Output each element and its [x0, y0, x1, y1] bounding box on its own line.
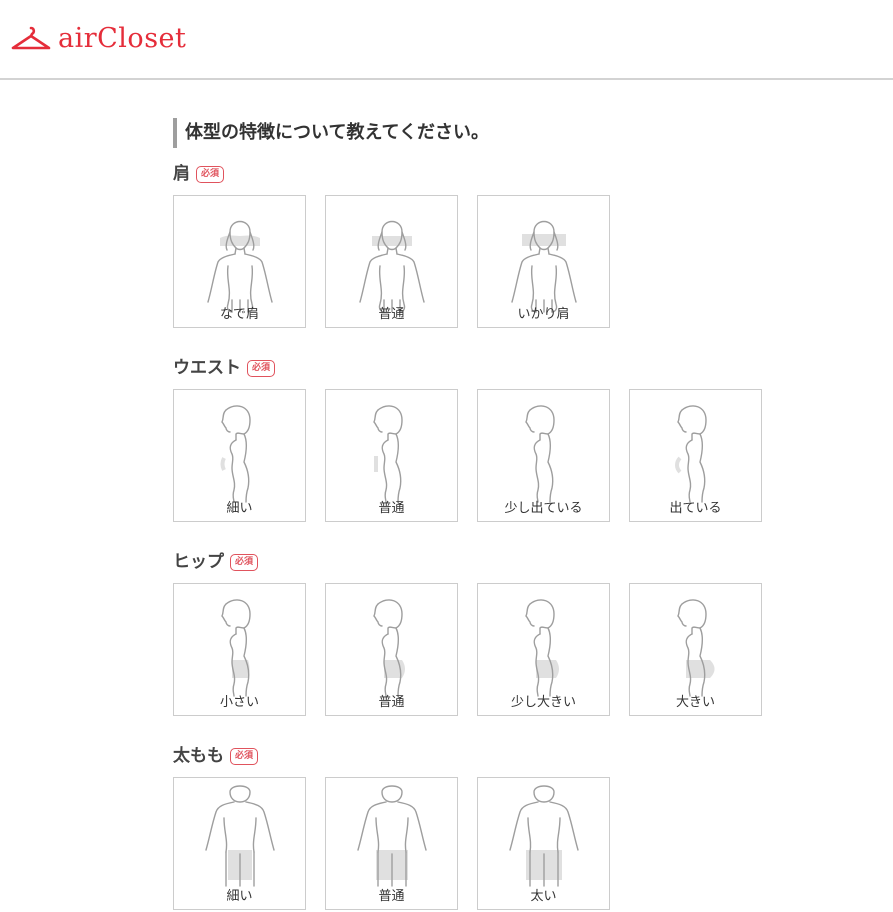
option-card-large[interactable]: 大きい	[629, 583, 762, 716]
site-header: airCloset	[0, 0, 893, 80]
option-card-normal[interactable]: 普通	[325, 777, 458, 910]
option-card-nadegata[interactable]: なで肩	[173, 195, 306, 328]
option-list: 細い 普通 太い	[173, 777, 793, 912]
option-list: なで肩 普通 いかり肩	[173, 195, 793, 330]
option-label: 少し大きい	[510, 695, 576, 710]
section-header: ウエスト 必須	[173, 358, 276, 378]
hanger-icon	[11, 26, 51, 50]
option-label: 普通	[378, 307, 405, 322]
required-badge: 必須	[196, 165, 225, 183]
required-badge: 必須	[230, 553, 259, 571]
section-thigh: 太もも 必須 細い 普通 太い	[173, 746, 610, 910]
section-waist: ウエスト 必須 細い 普通 少し出ている 出ている	[173, 358, 762, 522]
option-label: 出ている	[669, 501, 722, 516]
logo[interactable]: airCloset	[10, 24, 186, 54]
option-card-slightly-out[interactable]: 少し出ている	[477, 389, 610, 522]
page-title: 体型の特徴について教えてください。	[173, 118, 793, 148]
option-label: 小さい	[219, 695, 259, 710]
option-card-thin[interactable]: 細い	[173, 389, 306, 522]
option-card-slightly-large[interactable]: 少し大きい	[477, 583, 610, 716]
option-card-normal[interactable]: 普通	[325, 583, 458, 716]
option-list: 細い 普通 少し出ている 出ている	[173, 389, 793, 524]
section-label: ウエスト	[173, 358, 241, 378]
option-card-out[interactable]: 出ている	[629, 389, 762, 522]
option-card-normal[interactable]: 普通	[325, 195, 458, 328]
section-header: ヒップ 必須	[173, 552, 259, 572]
option-list: 小さい 普通 少し大きい 大きい	[173, 583, 793, 718]
option-label: 大きい	[675, 695, 715, 710]
required-badge: 必須	[247, 359, 276, 377]
option-label: 細い	[226, 501, 253, 516]
section-label: 肩	[173, 164, 190, 184]
option-card-thin[interactable]: 細い	[173, 777, 306, 910]
option-card-normal[interactable]: 普通	[325, 389, 458, 522]
option-card-thick[interactable]: 太い	[477, 777, 610, 910]
option-label: いかり肩	[517, 307, 570, 322]
section-label: 太もも	[173, 746, 224, 766]
option-label: 普通	[378, 501, 405, 516]
section-shoulder: 肩 必須 なで肩 普通 いかり肩	[173, 164, 610, 328]
option-card-small[interactable]: 小さい	[173, 583, 306, 716]
logo-text: airCloset	[58, 23, 187, 54]
section-header: 肩 必須	[173, 164, 225, 184]
option-label: なで肩	[219, 307, 259, 322]
required-badge: 必須	[230, 747, 259, 765]
option-label: 少し出ている	[504, 501, 583, 516]
section-label: ヒップ	[173, 552, 224, 572]
option-card-ikarigata[interactable]: いかり肩	[477, 195, 610, 328]
section-hip: ヒップ 必須 小さい 普通 少し大きい 大きい	[173, 552, 762, 716]
option-label: 普通	[378, 695, 405, 710]
section-header: 太もも 必須	[173, 746, 259, 766]
main-content: 体型の特徴について教えてください。 肩 必須 なで肩 普通 いかり肩 ウエスト …	[173, 118, 793, 910]
